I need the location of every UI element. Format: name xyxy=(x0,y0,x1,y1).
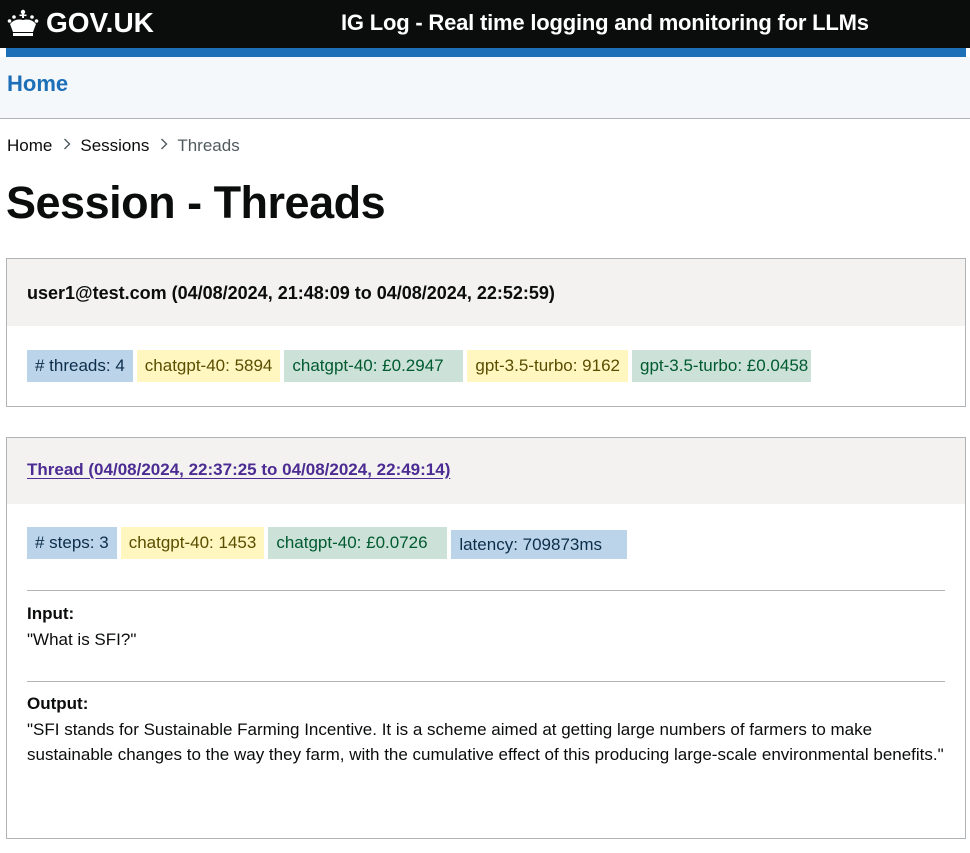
divider xyxy=(27,681,945,682)
tag-gpt35-tokens: gpt-3.5-turbo: 9162 xyxy=(467,350,628,382)
site-header: GOV.UK IG Log - Real time logging and mo… xyxy=(0,0,970,48)
session-tags: # threads: 4 chatgpt-40: 5894 chatgpt-40… xyxy=(27,350,815,382)
session-summary-card: user1@test.com (04/08/2024, 21:48:09 to … xyxy=(6,258,966,407)
breadcrumb-sessions[interactable]: Sessions xyxy=(80,136,149,156)
page-title: Session - Threads xyxy=(6,177,386,228)
service-navigation: Home xyxy=(0,57,970,119)
tag-chatgpt-cost: chatgpt-40: £0.2947 xyxy=(284,350,464,382)
session-title: user1@test.com (04/08/2024, 21:48:09 to … xyxy=(27,283,555,303)
tag-gpt35-cost: gpt-3.5-turbo: £0.0458 xyxy=(632,350,811,382)
input-text: "What is SFI?" xyxy=(27,630,137,649)
breadcrumb: Home Sessions Threads xyxy=(7,136,240,156)
breadcrumb-current: Threads xyxy=(177,136,240,155)
tag-chatgpt-tokens: chatgpt-40: 5894 xyxy=(136,350,281,382)
input-label: Input: xyxy=(27,604,75,623)
tag-thread-count: # threads: 4 xyxy=(27,350,133,382)
tag-step-count: # steps: 3 xyxy=(27,527,117,559)
breadcrumb-home[interactable]: Home xyxy=(7,136,52,156)
tag-chatgpt-tokens: chatgpt-40: 1453 xyxy=(120,527,265,559)
chevron-right-icon xyxy=(63,137,71,153)
govuk-logo[interactable]: GOV.UK xyxy=(6,8,154,38)
thread-card: Thread (04/08/2024, 22:37:25 to 04/08/20… xyxy=(6,437,966,839)
tag-latency: latency: 709873ms xyxy=(451,530,628,559)
crown-icon xyxy=(6,8,40,38)
output-label: Output: xyxy=(27,694,89,713)
chevron-right-icon xyxy=(160,137,168,153)
header-accent-bar xyxy=(6,48,966,57)
output-text: "SFI stands for Sustainable Farming Ince… xyxy=(27,720,944,764)
thread-tags: # steps: 3 chatgpt-40: 1453 chatgpt-40: … xyxy=(27,527,631,559)
thread-link[interactable]: Thread (04/08/2024, 22:37:25 to 04/08/20… xyxy=(27,460,450,480)
divider xyxy=(27,590,945,591)
govuk-logo-text: GOV.UK xyxy=(46,7,154,38)
thread-card-header: Thread (04/08/2024, 22:37:25 to 04/08/20… xyxy=(7,438,965,504)
session-card-header: user1@test.com (04/08/2024, 21:48:09 to … xyxy=(7,259,965,326)
tag-chatgpt-cost: chatgpt-40: £0.0726 xyxy=(268,527,448,559)
nav-home-link[interactable]: Home xyxy=(7,71,68,97)
service-title[interactable]: IG Log - Real time logging and monitorin… xyxy=(341,10,869,36)
